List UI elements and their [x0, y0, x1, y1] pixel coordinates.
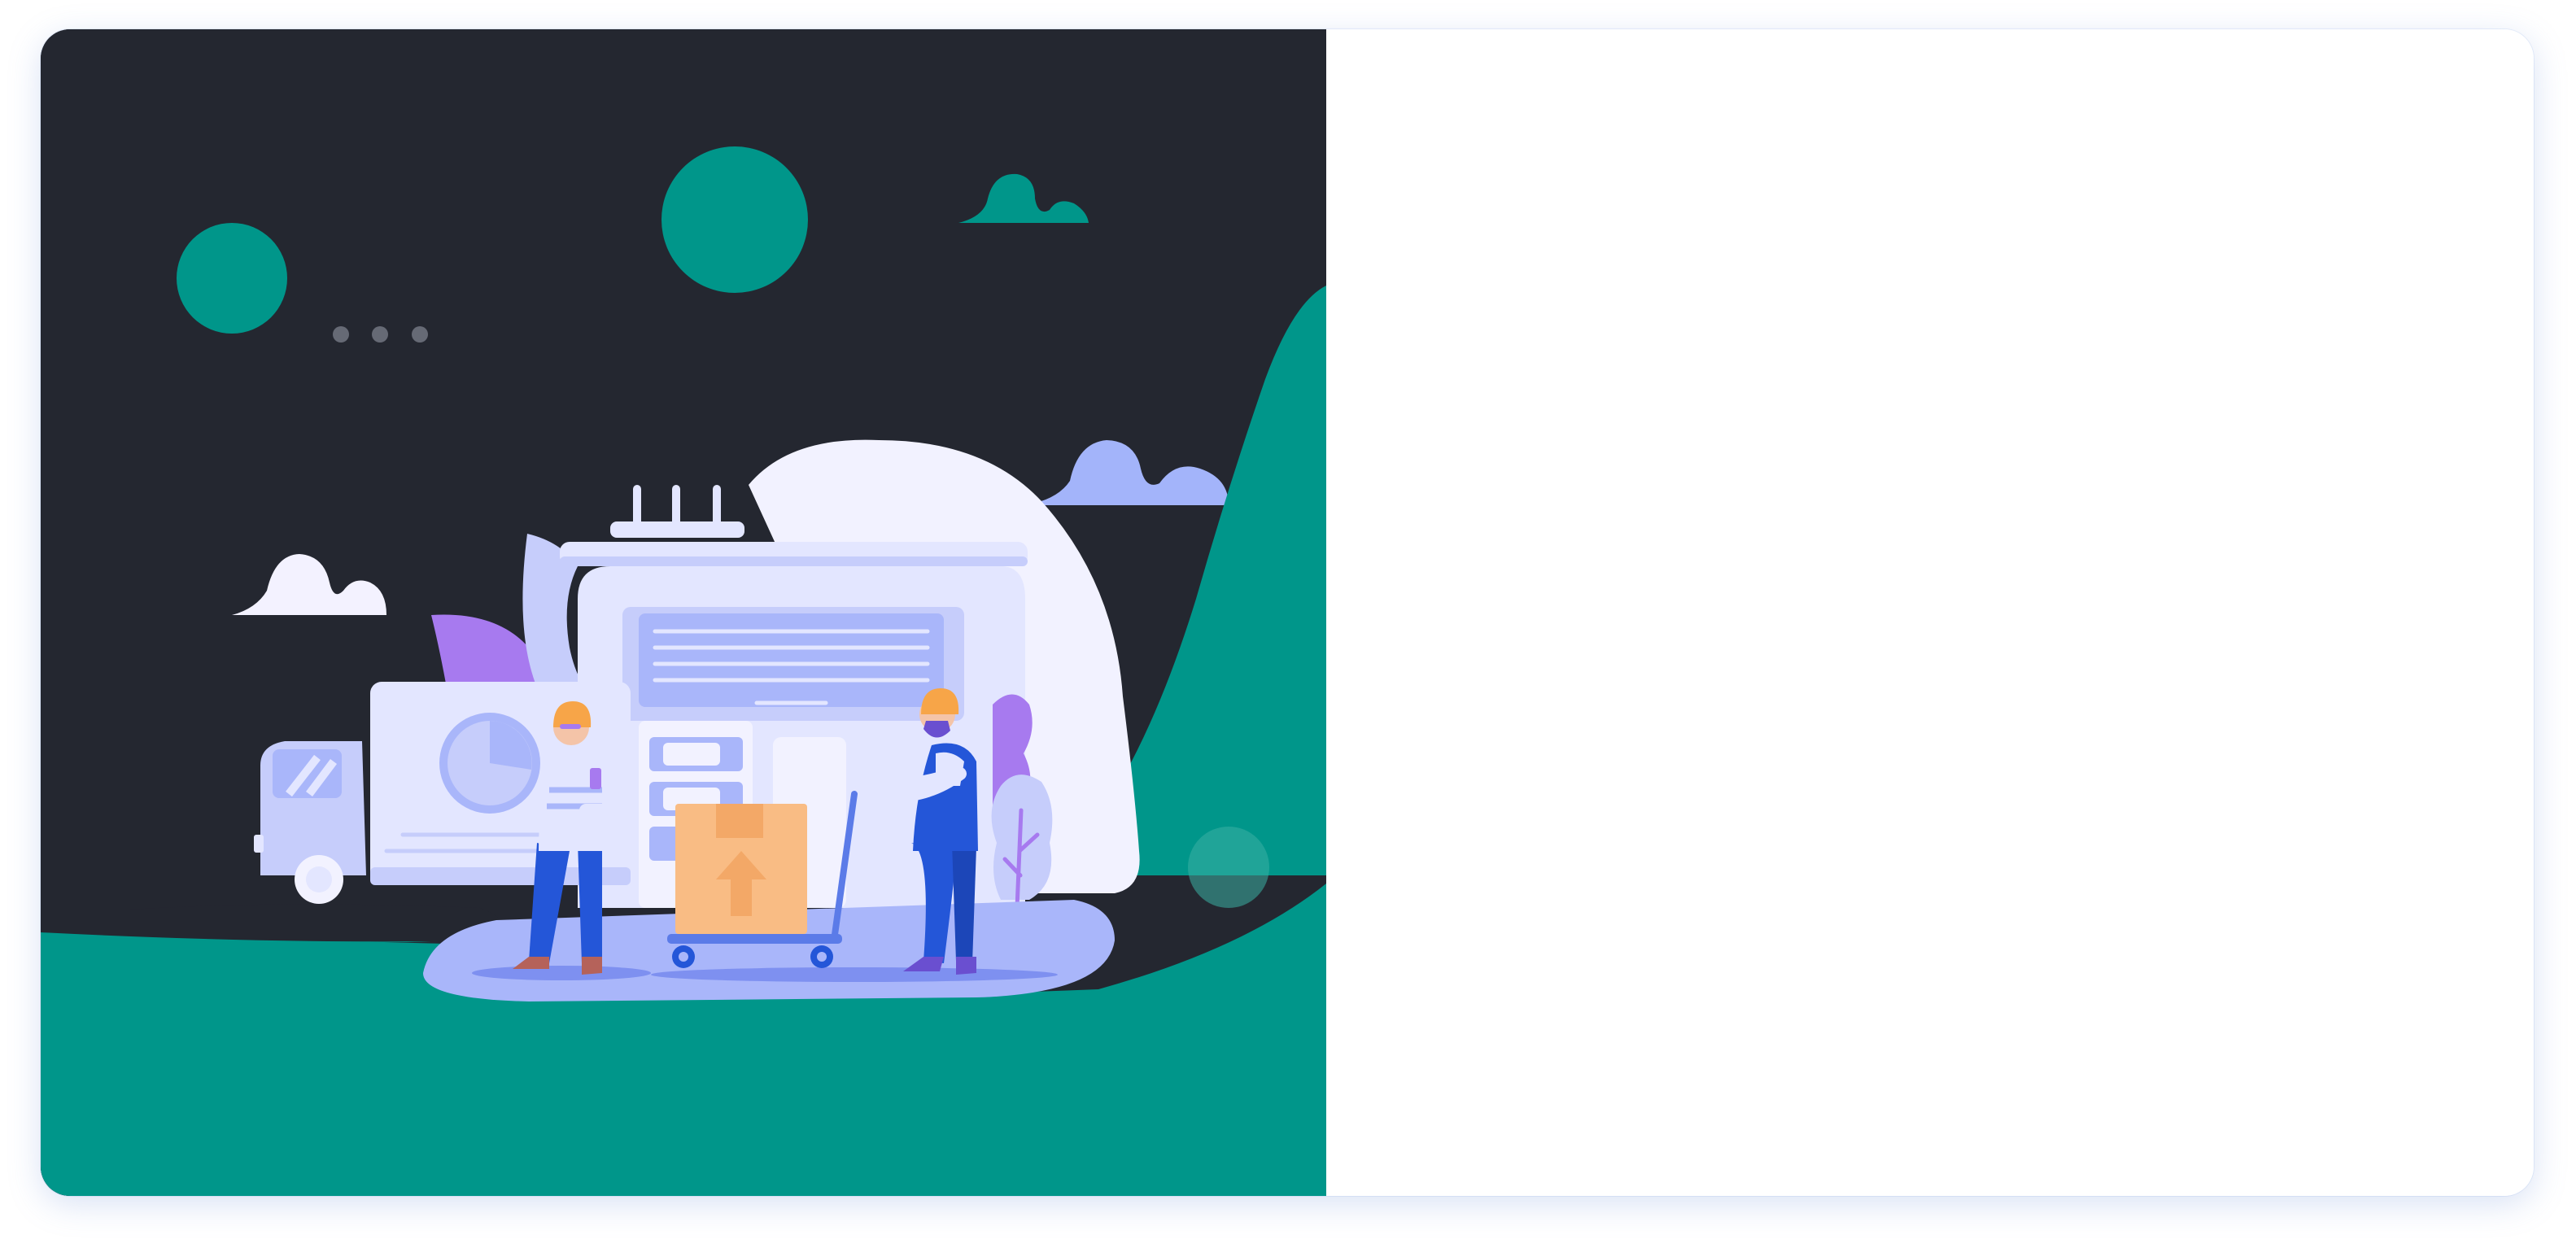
large-teal-circle-icon: [661, 146, 808, 293]
trolley-shadow: [651, 967, 1058, 982]
small-teal-circle-icon: [177, 223, 287, 334]
illustration-panel: [41, 29, 1326, 1196]
pie-chart-icon: [439, 713, 540, 814]
door-panel-2: [854, 745, 903, 908]
building-roof-shadow: [560, 556, 1028, 566]
building-window: [639, 613, 944, 707]
form-panel: [1326, 29, 2534, 1196]
worker-left-shadow: [472, 966, 651, 980]
login-card: [41, 29, 2534, 1196]
faint-circle-icon: [1188, 827, 1269, 908]
cardboard-box-icon: [675, 804, 807, 934]
page: [0, 0, 2576, 1248]
warehouse-illustration: [41, 29, 1326, 1196]
